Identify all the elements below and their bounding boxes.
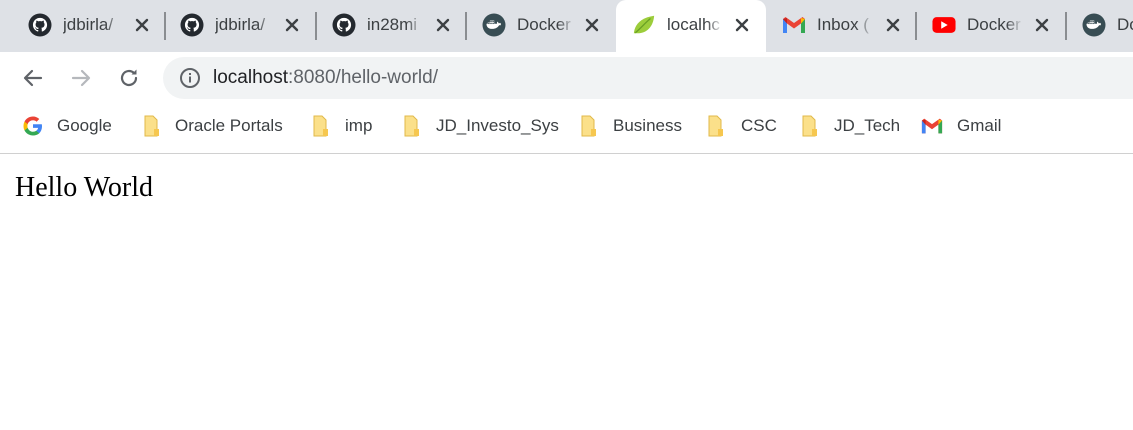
tab-4-active[interactable]: localhc bbox=[616, 0, 766, 52]
close-icon[interactable] bbox=[1032, 15, 1052, 35]
folder-icon bbox=[141, 114, 163, 138]
bookmark-folder-business[interactable]: Business bbox=[578, 114, 682, 138]
forward-arrow-icon bbox=[71, 69, 91, 87]
tab-2[interactable]: in28mi bbox=[316, 0, 466, 52]
info-icon[interactable] bbox=[179, 67, 201, 89]
folder-icon bbox=[799, 114, 821, 138]
tab-title: Docker bbox=[517, 15, 571, 34]
folder-icon bbox=[705, 114, 727, 138]
bookmark-label: JD_Investo_Sys bbox=[436, 116, 559, 135]
address-bar[interactable]: localhost:8080/hello-world/ bbox=[163, 57, 1133, 99]
bookmark-label: Oracle Portals bbox=[175, 116, 283, 135]
bookmark-google[interactable]: Google bbox=[22, 114, 112, 138]
bookmark-folder-imp[interactable]: imp bbox=[310, 114, 372, 138]
back-arrow-icon bbox=[23, 69, 43, 87]
github-icon bbox=[332, 13, 356, 37]
tab-6[interactable]: Docker bbox=[916, 0, 1066, 52]
bookmark-folder-oracle-portals[interactable]: Oracle Portals bbox=[141, 114, 283, 138]
browser-toolbar: localhost:8080/hello-world/ bbox=[0, 52, 1133, 104]
tab-title: jdbirla/ bbox=[215, 15, 266, 34]
spring-leaf-icon bbox=[632, 13, 656, 37]
close-icon[interactable] bbox=[433, 15, 453, 35]
tab-title: jdbirla/ bbox=[63, 15, 114, 34]
forward-button[interactable] bbox=[67, 64, 95, 92]
close-icon[interactable] bbox=[582, 15, 602, 35]
reload-icon bbox=[120, 69, 138, 87]
tab-title: in28mi bbox=[367, 15, 418, 34]
page-body-text: Hello World bbox=[15, 172, 153, 203]
tab-1[interactable]: jdbirla/ bbox=[164, 0, 314, 52]
tab-5[interactable]: Inbox ( bbox=[766, 0, 916, 52]
tab-title: Inbox ( bbox=[817, 15, 869, 34]
tab-strip: jdbirla/ jdbirla/ in28mi Docker localhc … bbox=[0, 0, 1133, 52]
folder-icon bbox=[578, 114, 600, 138]
tab-title: Do bbox=[1117, 15, 1133, 34]
close-icon[interactable] bbox=[883, 15, 903, 35]
bookmark-label: JD_Tech bbox=[834, 116, 901, 135]
bookmark-label: Google bbox=[57, 116, 112, 135]
gmail-icon bbox=[782, 13, 806, 37]
close-icon[interactable] bbox=[132, 15, 152, 35]
bookmark-folder-csc[interactable]: CSC bbox=[705, 114, 777, 138]
tab-7[interactable]: Do bbox=[1066, 0, 1133, 52]
bookmark-label: Gmail bbox=[957, 116, 1002, 135]
close-icon[interactable] bbox=[732, 15, 752, 35]
back-button[interactable] bbox=[19, 64, 47, 92]
gmail-icon bbox=[921, 114, 943, 138]
tab-3[interactable]: Docker bbox=[466, 0, 616, 52]
github-icon bbox=[28, 13, 52, 37]
bookmark-label: Business bbox=[613, 116, 682, 135]
bookmark-folder-jd-tech[interactable]: JD_Tech bbox=[799, 114, 900, 138]
close-icon[interactable] bbox=[282, 15, 302, 35]
reload-button[interactable] bbox=[115, 64, 143, 92]
docker-icon bbox=[1082, 13, 1106, 37]
url-text: localhost:8080/hello-world/ bbox=[213, 67, 438, 89]
youtube-icon bbox=[932, 13, 956, 37]
tab-0[interactable]: jdbirla/ bbox=[12, 0, 162, 52]
tab-title: Docker bbox=[967, 15, 1021, 34]
tab-title: localhc bbox=[667, 15, 720, 34]
bookmark-label: imp bbox=[345, 116, 373, 135]
folder-icon bbox=[401, 114, 423, 138]
github-icon bbox=[180, 13, 204, 37]
google-icon bbox=[22, 114, 44, 138]
bookmarks-bar: Google Oracle Portals imp JD_Investo_Sys… bbox=[0, 104, 1133, 154]
url-path: :8080/hello-world/ bbox=[288, 67, 438, 88]
url-host: localhost bbox=[213, 67, 288, 88]
bookmark-label: CSC bbox=[741, 116, 777, 135]
page-viewport: Hello World bbox=[0, 155, 1133, 430]
bookmark-folder-jd-investo-sys[interactable]: JD_Investo_Sys bbox=[401, 114, 559, 138]
bookmark-gmail[interactable]: Gmail bbox=[921, 114, 1001, 138]
folder-icon bbox=[310, 114, 332, 138]
docker-icon bbox=[482, 13, 506, 37]
